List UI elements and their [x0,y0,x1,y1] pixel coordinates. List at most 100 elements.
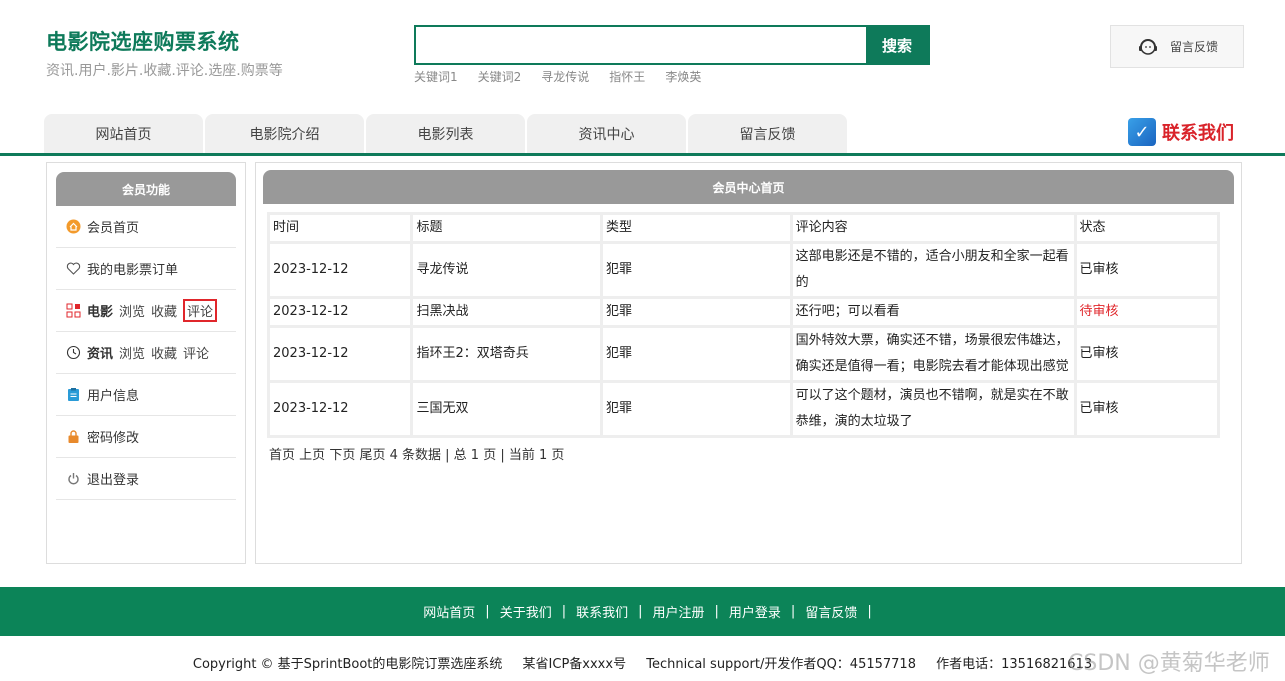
site-subtitle: 资讯.用户.影片.收藏.评论.选座.购票等 [46,63,283,79]
icp-text: 某省ICP备xxxx号 [522,657,627,672]
table-row: 2023-12-12 寻龙传说 犯罪 这部电影还是不错的，适合小朋友和全家一起看… [270,244,1217,296]
table-header-row: 时间 标题 类型 评论内容 状态 [270,215,1217,241]
power-icon [66,471,81,486]
movie-browse-link[interactable]: 浏览 [119,301,145,320]
footer-separator: | [790,604,796,619]
cell-time: 2023-12-12 [270,328,411,380]
watermark: CSDN @黄菊华老师 [1068,651,1270,676]
footer-link-feedback[interactable]: 留言反馈 [805,602,857,621]
sidebar-item-member-home[interactable]: 会员首页 [56,206,236,248]
keyword-link[interactable]: 寻龙传说 [541,68,589,85]
movie-comments-link[interactable]: 评论 [183,299,218,322]
keyword-link[interactable]: 指怀王 [609,68,645,85]
pagination: 首页 上页 下页 尾页 4 条数据 | 总 1 页 | 当前 1 页 [269,444,1241,463]
main-title: 会员中心首页 [263,170,1234,204]
column-header-time: 时间 [270,215,411,241]
checkmark-icon: ✓ [1128,118,1156,146]
news-browse-link[interactable]: 浏览 [119,343,145,362]
column-header-title: 标题 [413,215,601,241]
footer-separator: | [638,604,643,619]
column-header-type: 类型 [603,215,790,241]
customer-service-icon [1138,38,1157,55]
news-comments-link[interactable]: 评论 [183,343,209,362]
nav-tab-home[interactable]: 网站首页 [44,114,203,154]
history-icon [66,345,81,360]
table-row: 2023-12-12 三国无双 犯罪 可以了这个题材，演员也不错啊，就是实在不敢… [270,383,1217,435]
sidebar-item-label: 密码修改 [87,431,140,446]
sidebar-item-movie: 电影 浏览 收藏 评论 [56,290,236,332]
cell-status: 已审核 [1076,328,1217,380]
keyword-link[interactable]: 李焕英 [665,68,701,85]
footer-link-contact[interactable]: 联系我们 [576,602,628,621]
pager-prev[interactable]: 上页 [299,448,325,463]
support-text: Technical support/开发作者QQ：45157718 [646,657,916,672]
cell-time: 2023-12-12 [270,383,411,435]
footer-link-register[interactable]: 用户注册 [653,602,705,621]
lock-icon [66,429,81,444]
cell-title[interactable]: 扫黑决战 [413,299,601,325]
movie-favorites-link[interactable]: 收藏 [151,301,177,320]
sidebar-item-logout[interactable]: 退出登录 [56,458,236,500]
heart-icon [66,261,81,276]
cell-title[interactable]: 三国无双 [413,383,601,435]
brand: 电影院选座购票系统 资讯.用户.影片.收藏.评论.选座.购票等 [46,26,283,80]
search-button[interactable]: 搜索 [866,27,928,63]
footer-separator: | [485,604,490,619]
nav-divider [0,153,1285,156]
footer-separator: | [867,604,872,619]
nav-tab-feedback[interactable]: 留言反馈 [688,114,847,154]
sidebar-item-user-info[interactable]: 用户信息 [56,374,236,416]
sidebar-item-news: 资讯 浏览 收藏 评论 [56,332,236,374]
cell-title[interactable]: 寻龙传说 [413,244,601,296]
main-content: 会员中心首页 时间 标题 类型 评论内容 状态 2023-12-12 寻龙传说 … [255,162,1242,564]
nav-tab-movie-list[interactable]: 电影列表 [366,114,525,154]
cell-type: 犯罪 [603,328,790,380]
feedback-button[interactable]: 留言反馈 [1110,25,1244,68]
cell-comment: 还行吧；可以看看 [792,299,1074,325]
cell-comment: 可以了这个题材，演员也不错啊，就是实在不敢恭维，演的太垃圾了 [792,383,1074,435]
nav-tab-cinema-intro[interactable]: 电影院介绍 [205,114,364,154]
cell-type: 犯罪 [603,299,790,325]
pager-summary: 4 条数据 | 总 1 页 | 当前 1 页 [389,448,565,463]
news-favorites-link[interactable]: 收藏 [151,343,177,362]
sidebar-item-label: 我的电影票订单 [87,263,179,278]
keyword-link[interactable]: 关键词1 [414,68,458,85]
footer-nav: 网站首页 | 关于我们 | 联系我们 | 用户注册 | 用户登录 | 留言反馈 | [0,587,1285,636]
footer-link-login[interactable]: 用户登录 [729,602,781,621]
sidebar-item-label: 电影 [87,305,114,320]
copyright-text: Copyright © 基于SprintBoot的电影院订票选座系统 [192,657,503,672]
cell-comment: 这部电影还是不错的，适合小朋友和全家一起看的 [792,244,1074,296]
pager-first[interactable]: 首页 [269,448,295,463]
sidebar-item-label: 资讯 [87,347,114,362]
column-header-comment: 评论内容 [792,215,1074,241]
member-sidebar: 会员功能 会员首页 我的电影票订单 电影 浏览 收藏 评论 资讯 浏览 收藏 评… [46,162,246,564]
hot-keywords: 关键词1 关键词2 寻龙传说 指怀王 李焕英 [414,68,701,85]
keyword-link[interactable]: 关键词2 [478,68,522,85]
home-icon [66,219,81,234]
cell-comment: 国外特效大票，确实还不错，场景很宏伟雄达，确实还是值得一看；电影院去看才能体现出… [792,328,1074,380]
search-input[interactable] [416,27,866,63]
cell-status: 已审核 [1076,383,1217,435]
nav-tab-news[interactable]: 资讯中心 [527,114,686,154]
main-nav: 网站首页 电影院介绍 电影列表 资讯中心 留言反馈 [44,114,847,154]
pager-next[interactable]: 下页 [329,448,355,463]
sidebar-item-password[interactable]: 密码修改 [56,416,236,458]
pager-last[interactable]: 尾页 [359,448,385,463]
cell-type: 犯罪 [603,383,790,435]
contact-us-link[interactable]: ✓ 联系我们 [1128,118,1234,146]
sidebar-item-label: 退出登录 [87,473,140,488]
sidebar-title: 会员功能 [56,172,236,206]
footer-link-about[interactable]: 关于我们 [500,602,552,621]
cell-title[interactable]: 指环王2：双塔奇兵 [413,328,601,380]
footer-separator: | [561,604,567,619]
cell-status: 已审核 [1076,244,1217,296]
footer-link-home[interactable]: 网站首页 [423,602,475,621]
sidebar-item-ticket-orders[interactable]: 我的电影票订单 [56,248,236,290]
table-row: 2023-12-12 扫黑决战 犯罪 还行吧；可以看看 待审核 [270,299,1217,325]
sidebar-item-label: 用户信息 [87,389,140,404]
search-bar: 搜索 [414,25,930,65]
cell-type: 犯罪 [603,244,790,296]
contact-us-label: 联系我们 [1162,123,1234,144]
cell-time: 2023-12-12 [270,299,411,325]
sidebar-item-label: 会员首页 [87,221,140,236]
